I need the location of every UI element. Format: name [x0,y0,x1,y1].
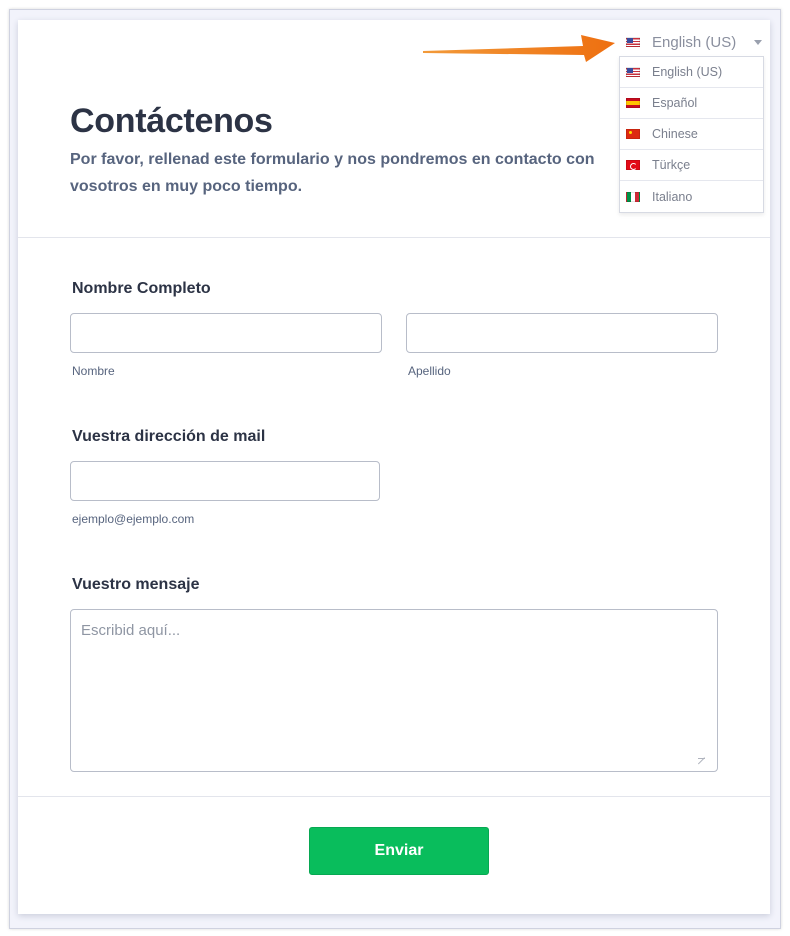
resize-handle-icon[interactable] [698,752,705,759]
chevron-down-icon [754,39,763,45]
page-title: Contáctenos [70,102,273,140]
footer-divider [18,796,770,797]
us-flag-icon [626,67,640,77]
china-flag-icon [626,129,640,139]
language-selector[interactable]: English (US) [626,32,763,52]
us-flag-icon [626,37,640,47]
language-option-label: Türkçe [652,158,691,172]
email-field[interactable] [70,461,380,501]
form-card: Contáctenos Por favor, rellenad este for… [18,20,770,914]
language-dropdown-menu: English (US) Español Chinese Türkçe Ital… [619,56,764,213]
language-option-label: Chinese [652,127,698,141]
language-option-italian[interactable]: Italiano [620,181,763,212]
language-option-label: Italiano [652,189,693,204]
email-label: Vuestra dirección de mail [72,428,266,445]
language-option-label: Español [652,96,698,110]
language-option-chinese[interactable]: Chinese [620,119,763,150]
first-name-input[interactable] [70,313,382,353]
language-option-turkish[interactable]: Türkçe [620,150,763,181]
language-option-label: English (US) [652,65,723,79]
page-subtitle: Por favor, rellenad este formulario y no… [70,151,595,195]
email-sublabel: ejemplo@ejemplo.com [72,512,195,526]
language-option-spanish[interactable]: Español [620,88,763,119]
language-option-english[interactable]: English (US) [620,57,763,88]
language-selected-label: English (US) [652,33,737,51]
message-label: Vuestro mensaje [72,576,200,593]
submit-button[interactable]: Enviar [309,827,489,875]
message-textarea[interactable]: Escribid aquí... [70,609,718,772]
message-placeholder: Escribid aquí... [81,622,181,639]
last-name-input[interactable] [406,313,718,353]
last-name-sublabel: Apellido [408,364,451,378]
italy-flag-icon [626,191,640,202]
spain-flag-icon [626,98,640,108]
arrow-pointer-icon [423,35,615,62]
full-name-label: Nombre Completo [72,280,211,297]
first-name-sublabel: Nombre [72,364,115,378]
turkey-flag-icon [626,160,640,170]
